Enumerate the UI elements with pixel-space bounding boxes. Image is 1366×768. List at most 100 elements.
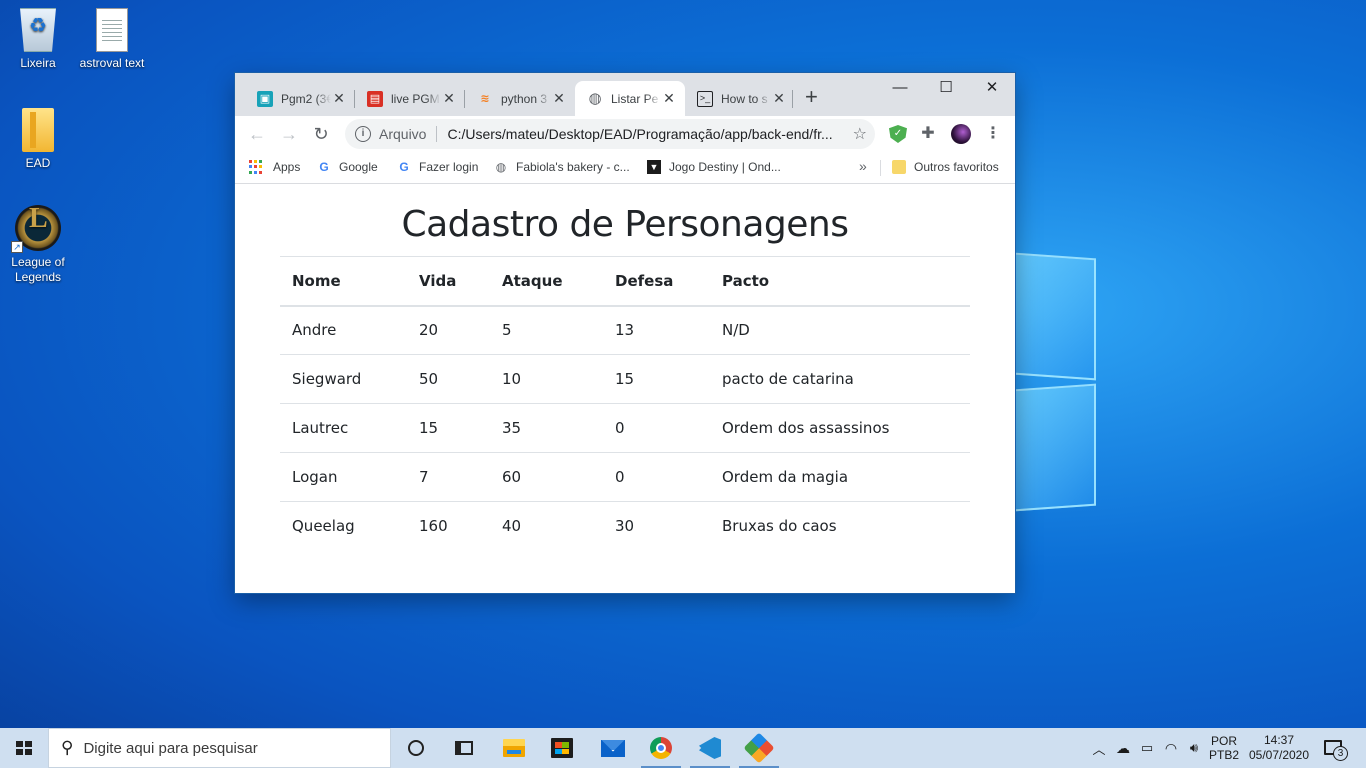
tab-listar-personagens[interactable]: ◍ Listar Pe ✕ <box>575 81 685 116</box>
cell-defesa: 15 <box>603 354 710 404</box>
cell-ataque: 60 <box>490 452 603 502</box>
language-code: POR <box>1210 734 1237 748</box>
chrome-window: ▣ Pgm2 (3€ ✕ ▤ live PGM ✕ ≋ python 3 ✕ ◍… <box>235 73 1015 593</box>
close-window-button[interactable]: ✕ <box>969 73 1015 103</box>
close-icon[interactable]: ✕ <box>771 90 787 107</box>
bookmark-jogo-destiny[interactable]: ▼ Jogo Destiny | Ond... <box>647 160 781 174</box>
language-indicator[interactable]: POR PTB2 <box>1207 728 1241 768</box>
video-icon: ▤ <box>367 90 383 107</box>
table-row: Andre 20 5 13 N/D <box>280 305 970 355</box>
back-arrow-icon[interactable]: ← <box>245 122 269 146</box>
bookmark-apps[interactable]: Apps <box>249 160 300 174</box>
cell-nome: Logan <box>280 452 407 502</box>
cell-nome: Queelag <box>280 501 407 551</box>
vscode-icon <box>699 737 721 759</box>
bookmark-google[interactable]: G Google <box>317 160 378 174</box>
taskbar-mail[interactable] <box>589 728 637 768</box>
tab-live-pgm[interactable]: ▤ live PGM ✕ <box>355 81 465 116</box>
cell-pacto: N/D <box>710 305 970 355</box>
new-tab-button[interactable]: + <box>805 86 818 108</box>
task-view-button[interactable] <box>440 728 488 768</box>
tab-title: How to s <box>721 91 768 106</box>
table-row: Lautrec 15 35 0 Ordem dos assassinos <box>280 403 970 453</box>
bookmarks-overflow-button[interactable]: » <box>859 158 867 174</box>
extensions-puzzle-icon[interactable]: ✚ <box>919 125 937 143</box>
tab-title: python 3 <box>501 91 548 106</box>
maximize-button[interactable]: ☐ <box>923 73 969 103</box>
bookmark-label: Fabiola's bakery - c... <box>516 160 630 174</box>
clock-date: 05/07/2020 <box>1248 748 1310 762</box>
terminal-icon: >_ <box>697 90 713 107</box>
url-text[interactable]: C:/Users/mateu/Desktop/EAD/Programação/a… <box>447 126 842 142</box>
show-hidden-icons-chevron[interactable]: ︿ <box>1090 728 1108 768</box>
cell-defesa: 0 <box>603 452 710 502</box>
cell-ataque: 5 <box>490 305 603 355</box>
close-icon[interactable]: ✕ <box>551 90 567 107</box>
close-icon[interactable]: ✕ <box>441 90 457 107</box>
info-icon[interactable]: i <box>355 126 371 142</box>
bookmark-star-icon[interactable]: ☆ <box>853 124 867 144</box>
characters-table: Nome Vida Ataque Defesa Pacto Andre 20 5… <box>280 256 970 551</box>
bookmark-other-favorites[interactable]: Outros favoritos <box>892 160 999 174</box>
cortana-icon <box>408 740 424 756</box>
start-button[interactable] <box>0 728 48 768</box>
taskbar-chrome[interactable] <box>637 728 685 768</box>
minimize-button[interactable]: — <box>877 73 923 103</box>
taskbar-file-explorer[interactable] <box>490 728 538 768</box>
notification-count-badge: 3 <box>1333 746 1348 761</box>
desktop-icon-astroval-text[interactable]: astroval text <box>74 8 150 71</box>
taskbar-git[interactable] <box>735 728 783 768</box>
bookmark-fabiolas-bakery[interactable]: ◍ Fabiola's bakery - c... <box>494 160 630 174</box>
cortana-button[interactable] <box>392 728 440 768</box>
close-icon[interactable]: ✕ <box>661 90 677 107</box>
league-of-legends-icon: ↗ <box>11 205 61 253</box>
taskbar-vscode[interactable] <box>686 728 734 768</box>
recycle-bin-icon <box>20 8 56 52</box>
taskbar-store[interactable] <box>538 728 586 768</box>
desktop-icon-league-of-legends[interactable]: ↗ League of Legends <box>0 205 76 285</box>
cell-defesa: 0 <box>603 403 710 453</box>
cell-pacto: Ordem da magia <box>710 452 970 502</box>
cell-ataque: 10 <box>490 354 603 404</box>
power-battery-icon[interactable]: ▭ <box>1136 728 1158 768</box>
adblock-shield-icon[interactable]: ✓ <box>889 125 907 143</box>
bookmark-label: Fazer login <box>419 160 479 174</box>
bookmark-label: Google <box>339 160 378 174</box>
clock-time: 14:37 <box>1263 733 1295 747</box>
menu-kebab-icon[interactable]: ⋮ <box>984 125 1002 143</box>
search-placeholder: Digite aqui para pesquisar <box>83 739 258 757</box>
desktop-icon-label: Lixeira <box>20 56 56 70</box>
table-row: Siegward 50 10 15 pacto de catarina <box>280 354 970 404</box>
git-icon <box>743 732 775 764</box>
forward-arrow-icon[interactable]: → <box>277 122 301 146</box>
cell-nome: Siegward <box>280 354 407 404</box>
tab-python3[interactable]: ≋ python 3 ✕ <box>465 81 575 116</box>
wifi-icon[interactable]: ◠ <box>1160 728 1182 768</box>
folder-icon <box>22 108 54 152</box>
volume-icon[interactable]: 🔊︎ <box>1183 728 1205 768</box>
address-bar[interactable]: i Arquivo C:/Users/mateu/Desktop/EAD/Pro… <box>345 119 875 149</box>
onedrive-cloud-icon[interactable]: ☁ <box>1112 728 1134 768</box>
cell-ataque: 40 <box>490 501 603 551</box>
desktop-icon-ead[interactable]: EAD <box>0 108 76 171</box>
destiny-icon: ▼ <box>647 160 661 174</box>
desktop-icon-recycle-bin[interactable]: Lixeira <box>0 8 76 71</box>
tab-how-to[interactable]: >_ How to s ✕ <box>685 81 795 116</box>
taskbar-search-box[interactable]: ⚲ Digite aqui para pesquisar <box>48 728 391 768</box>
bookmark-label: Apps <box>273 160 301 174</box>
bookmark-fazer-login[interactable]: G Fazer login <box>397 160 478 174</box>
apps-grid-icon <box>249 160 263 174</box>
store-icon <box>551 738 573 758</box>
system-clock[interactable]: 14:37 05/07/2020 <box>1244 728 1314 768</box>
close-icon[interactable]: ✕ <box>331 90 347 107</box>
globe-icon: ◍ <box>495 160 507 174</box>
page-content: Cadastro de Personagens Nome Vida Ataque… <box>235 184 1015 593</box>
desktop-icon-label: League of Legends <box>11 255 65 284</box>
reload-icon[interactable]: ↻ <box>309 122 333 146</box>
column-header-vida: Vida <box>407 256 490 307</box>
file-scheme-chip: Arquivo <box>379 126 438 142</box>
profile-avatar[interactable] <box>951 124 971 144</box>
tab-pgm2[interactable]: ▣ Pgm2 (3€ ✕ <box>245 81 355 116</box>
cell-vida: 50 <box>407 354 490 404</box>
column-header-defesa: Defesa <box>603 256 710 307</box>
